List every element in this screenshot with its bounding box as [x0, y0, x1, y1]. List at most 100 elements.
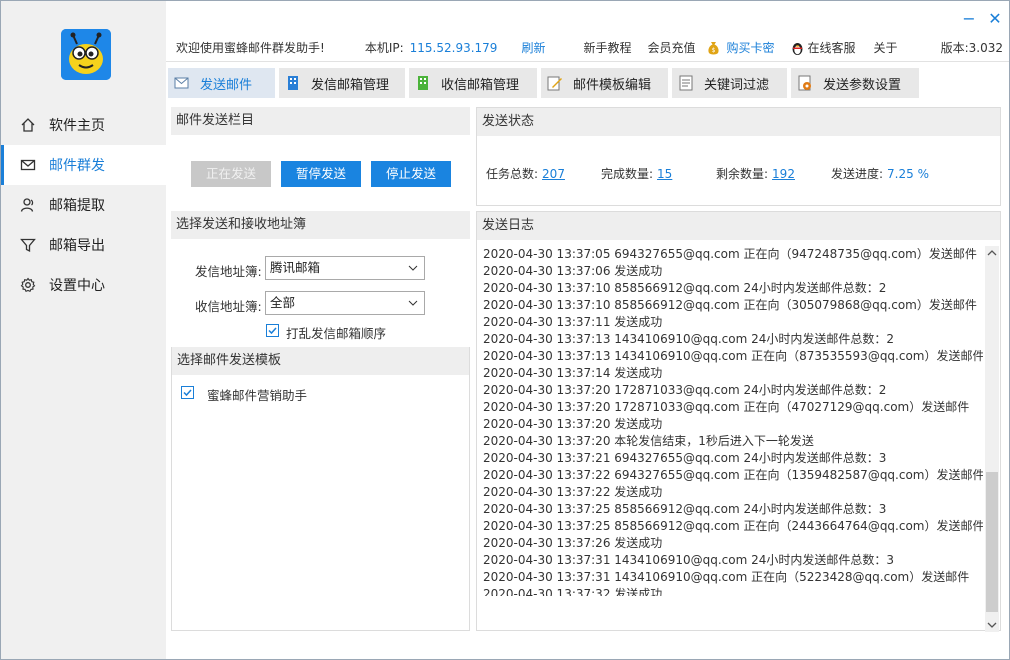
envelope-icon [174, 75, 190, 91]
close-button[interactable]: ✕ [987, 11, 1003, 27]
log-panel-title: 发送日志 [477, 212, 1000, 240]
address-panel: 选择发送和接收地址簿 发信地址簿: 腾讯邮箱 收信地址簿: 全部 打乱发信邮箱顺… [171, 211, 470, 347]
tab-label: 邮件模板编辑 [573, 77, 652, 93]
gear-icon [19, 276, 37, 294]
shuffle-label[interactable]: 打乱发信邮箱顺序 [286, 323, 386, 342]
tab-template-edit[interactable]: 邮件模板编辑 [541, 68, 668, 98]
sender-select[interactable]: 腾讯邮箱 [265, 256, 425, 280]
log-line: 2020-04-30 13:37:22 发送成功 [483, 485, 663, 499]
refresh-link[interactable]: 刷新 [521, 39, 545, 56]
tab-sender-manage[interactable]: 发信邮箱管理 [279, 68, 405, 98]
user-icon [19, 196, 37, 214]
penguin-icon [791, 41, 804, 55]
log-scrollbar[interactable] [985, 246, 999, 632]
shuffle-checkbox[interactable] [266, 324, 279, 337]
done-label: 完成数量: [601, 167, 654, 181]
welcome-text: 欢迎使用蜜蜂邮件群发助手! [176, 41, 325, 55]
log-line: 2020-04-30 13:37:05 694327655@qq.com 正在向… [483, 247, 977, 261]
log-line: 2020-04-30 13:37:14 发送成功 [483, 366, 663, 380]
receiver-label: 收信地址簿: [195, 299, 262, 314]
money-bag-icon: $ [707, 41, 720, 55]
about-link[interactable]: 关于 [874, 39, 898, 56]
sidebar-item-mass-mail[interactable]: 邮件群发 [1, 145, 166, 185]
tab-send-params[interactable]: 发送参数设置 [791, 68, 919, 98]
remain-stat: 剩余数量: 192 [716, 165, 795, 182]
done-value: 15 [657, 167, 673, 181]
app-window: 软件主页 邮件群发 邮箱提取 邮箱导出 设置中心 − ✕ 欢迎使用蜜蜂邮件群发助… [0, 0, 1010, 660]
log-line: 2020-04-30 13:37:32 发送成功 [483, 587, 663, 596]
service-link[interactable]: 在线客服 [808, 39, 856, 56]
buy-card-link[interactable]: 购买卡密 [726, 39, 774, 56]
sidebar-item-label: 邮箱导出 [49, 238, 105, 254]
log-panel: 发送日志 2020-04-30 13:37:05 694327655@qq.co… [476, 211, 1001, 632]
log-line: 2020-04-30 13:37:06 发送成功 [483, 264, 663, 278]
tutorial-link[interactable]: 新手教程 [583, 39, 631, 56]
log-line: 2020-04-30 13:37:10 858566912@qq.com 24小… [483, 281, 887, 295]
status-panel: 发送状态 [476, 107, 1001, 206]
pause-button[interactable]: 暂停发送 [281, 161, 361, 187]
log-line: 2020-04-30 13:37:22 694327655@qq.com 正在向… [483, 468, 983, 482]
scroll-down-icon[interactable] [985, 618, 999, 632]
info-line: 欢迎使用蜜蜂邮件群发助手! 本机IP: 115.52.93.179 刷新 新手教… [176, 39, 1003, 56]
tab-label: 发送邮件 [200, 77, 253, 93]
total-value: 207 [542, 167, 565, 181]
tab-receiver-manage[interactable]: 收信邮箱管理 [409, 68, 537, 98]
bee-logo [61, 29, 111, 80]
version-text: 版本:3.032 [940, 41, 1003, 55]
log-line: 2020-04-30 13:37:13 1434106910@qq.com 24… [483, 332, 895, 346]
log-line: 2020-04-30 13:37:20 172871033@qq.com 正在向… [483, 400, 970, 414]
chevron-down-icon [408, 257, 418, 279]
sidebar-item-home[interactable]: 软件主页 [1, 105, 166, 145]
log-line: 2020-04-30 13:37:31 1434106910@qq.com 24… [483, 553, 895, 567]
receiver-value: 全部 [270, 295, 296, 310]
tab-label: 收信邮箱管理 [441, 77, 520, 93]
sidebar-item-settings[interactable]: 设置中心 [1, 265, 166, 305]
send-panel-title: 邮件发送栏目 [171, 107, 470, 135]
svg-text:$: $ [712, 47, 716, 54]
sidebar-item-label: 邮箱提取 [49, 198, 105, 214]
log-line: 2020-04-30 13:37:13 1434106910@qq.com 正在… [483, 349, 983, 363]
sender-value: 腾讯邮箱 [270, 260, 321, 275]
divider [166, 61, 1009, 62]
tab-keyword-filter[interactable]: 关键词过滤 [672, 68, 787, 98]
log-line: 2020-04-30 13:37:31 1434106910@qq.com 正在… [483, 570, 970, 584]
window-controls: − ✕ [961, 11, 1003, 27]
sidebar-item-export[interactable]: 邮箱导出 [1, 225, 166, 265]
stop-button[interactable]: 停止发送 [371, 161, 451, 187]
minimize-button[interactable]: − [961, 11, 977, 27]
remain-label: 剩余数量: [716, 167, 769, 181]
template-panel-title: 选择邮件发送模板 [172, 347, 469, 375]
sender-label: 发信地址簿: [195, 264, 262, 279]
tab-label: 关键词过滤 [704, 77, 770, 93]
receiver-select[interactable]: 全部 [265, 291, 425, 315]
template-name[interactable]: 蜜蜂邮件营销助手 [207, 385, 307, 404]
document-icon [678, 75, 694, 91]
sidebar-item-extract[interactable]: 邮箱提取 [1, 185, 166, 225]
edit-icon [547, 75, 563, 91]
sending-button[interactable]: 正在发送 [191, 161, 271, 187]
filter-icon [19, 236, 37, 254]
tab-label: 发信邮箱管理 [311, 77, 390, 93]
member-link[interactable]: 会员充值 [647, 39, 695, 56]
scroll-thumb[interactable] [986, 472, 998, 612]
top-bar: − ✕ 欢迎使用蜜蜂邮件群发助手! 本机IP: 115.52.93.179 刷新… [166, 1, 1009, 61]
log-line: 2020-04-30 13:37:26 发送成功 [483, 536, 663, 550]
log-line: 2020-04-30 13:37:20 发送成功 [483, 417, 663, 431]
ip-value: 115.52.93.179 [409, 40, 498, 55]
send-panel: 邮件发送栏目 正在发送 暂停发送 停止发送 [171, 107, 470, 207]
log-line: 2020-04-30 13:37:20 172871033@qq.com 24小… [483, 383, 887, 397]
chevron-down-icon [408, 292, 418, 314]
template-panel: 选择邮件发送模板 蜜蜂邮件营销助手 [171, 347, 470, 631]
log-line: 2020-04-30 13:37:21 694327655@qq.com 24小… [483, 451, 887, 465]
scroll-up-icon[interactable] [985, 246, 999, 260]
log-line: 2020-04-30 13:37:20 本轮发信结束，1秒后进入下一轮发送 [483, 434, 814, 448]
sidebar-item-label: 设置中心 [49, 278, 105, 294]
template-checkbox[interactable] [181, 386, 194, 399]
progress-stat: 发送进度: 7.25 % [831, 165, 929, 182]
sidebar-item-label: 邮件群发 [49, 158, 105, 174]
tab-send-mail[interactable]: 发送邮件 [168, 68, 275, 98]
tab-label: 发送参数设置 [823, 77, 902, 93]
mail-icon [19, 156, 37, 174]
building-green-icon [415, 75, 431, 91]
total-stat: 任务总数: 207 [486, 165, 565, 182]
